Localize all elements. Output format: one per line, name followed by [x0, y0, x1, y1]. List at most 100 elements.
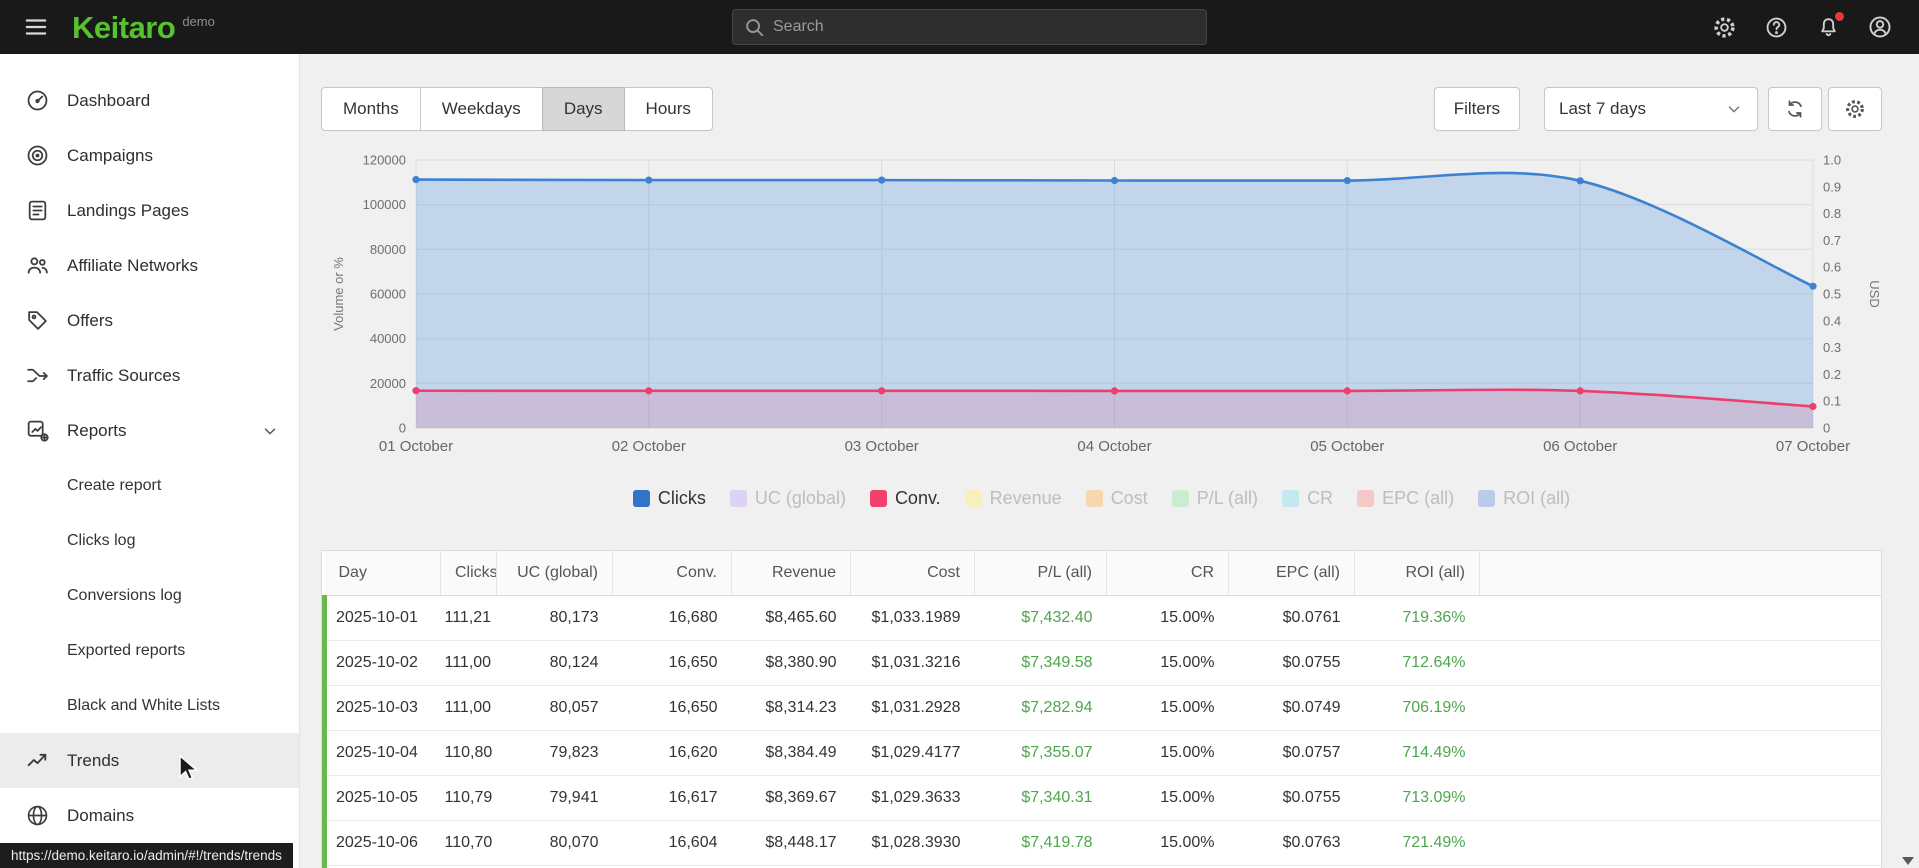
svg-text:20000: 20000 [370, 376, 406, 391]
gear-icon[interactable] [1711, 14, 1737, 40]
sidebar-item-landings-pages[interactable]: Landings Pages [0, 183, 299, 238]
cell-clicks: 111,00 [440, 640, 497, 686]
search-input[interactable] [732, 9, 1207, 45]
legend-item-conv[interactable]: Conv. [869, 488, 941, 509]
trends-table: Day Clicks UC (global) Conv. Revenue Cost P/L … [322, 551, 1881, 868]
sidebar-item-create-report[interactable]: Create report [0, 458, 299, 513]
tab-months[interactable]: Months [321, 87, 421, 131]
cell-roi-all: 719.36% [1354, 595, 1480, 641]
sidebar-item-clicks-log[interactable]: Clicks log [0, 513, 299, 568]
scroll-down-indicator[interactable] [1902, 857, 1914, 865]
cell-p-l-all: $7,282.94 [974, 685, 1107, 731]
people-icon [24, 253, 50, 279]
notification-dot [1835, 12, 1844, 21]
column-header-filler [1479, 551, 1881, 596]
logo-text: Keitaro [72, 9, 176, 45]
column-header-revenue[interactable]: Revenue [731, 551, 851, 596]
cell-uc-global: 80,070 [496, 820, 613, 866]
tab-hours[interactable]: Hours [623, 87, 713, 131]
sidebar-item-label: Create report [67, 476, 162, 494]
legend-item-cost[interactable]: Cost [1085, 488, 1148, 509]
svg-text:0: 0 [1823, 421, 1830, 436]
sidebar-item-label: Conversions log [67, 586, 182, 604]
legend-item-clicks[interactable]: Clicks [632, 488, 706, 509]
date-range-select[interactable]: Last 7 days [1544, 87, 1758, 131]
legend-item-revenue[interactable]: Revenue [964, 488, 1062, 509]
sidebar-item-black-and-white-lists[interactable]: Black and White Lists [0, 678, 299, 733]
legend-item-roi-all[interactable]: ROI (all) [1478, 488, 1570, 509]
logo[interactable]: Keitaro demo [72, 12, 215, 43]
sidebar-item-label: Clicks log [67, 531, 136, 549]
cell-epc-all: $0.0755 [1228, 640, 1355, 686]
sidebar-item-domains[interactable]: Domains [0, 788, 299, 843]
sidebar-item-reports[interactable]: Reports [0, 403, 299, 458]
cell-revenue: $8,314.23 [731, 685, 851, 731]
cell-filler [1479, 775, 1881, 821]
legend-label: ROI (all) [1503, 487, 1571, 508]
sidebar-item-label: Landings Pages [67, 200, 189, 220]
column-header-conv[interactable]: Conv. [612, 551, 732, 596]
table-row[interactable]: 2025-10-03 111,00 80,057 16,650 $8,314.23 $1,… [322, 685, 1881, 731]
chart-settings-gear-icon[interactable] [1828, 87, 1882, 131]
cell-revenue: $8,369.67 [731, 775, 851, 821]
legend-swatch [869, 489, 887, 507]
svg-text:0.7: 0.7 [1823, 233, 1841, 248]
legend-item-uc-global[interactable]: UC (global) [729, 488, 846, 509]
cell-p-l-all: $7,432.40 [974, 595, 1107, 641]
tab-days[interactable]: Days [541, 87, 625, 131]
report-icon [24, 418, 50, 444]
sidebar-item-trends[interactable]: Trends [0, 733, 299, 788]
column-header-cr[interactable]: CR [1106, 551, 1229, 596]
column-header-epc-all[interactable]: EPC (all) [1228, 551, 1355, 596]
filters-button[interactable]: Filters [1433, 87, 1520, 131]
main-area: Months Weekdays Days Hours Filters Last … [301, 54, 1919, 868]
legend-item-cr[interactable]: CR [1282, 488, 1333, 509]
svg-text:60000: 60000 [370, 287, 406, 302]
column-header-roi-all[interactable]: ROI (all) [1354, 551, 1480, 596]
gauge-icon [24, 88, 50, 114]
sidebar-item-label: Traffic Sources [67, 365, 181, 385]
icon-spacer [24, 583, 50, 609]
user-avatar-icon[interactable] [1867, 14, 1893, 40]
date-range-value: Last 7 days [1559, 99, 1646, 118]
tag-icon [24, 308, 50, 334]
icon-spacer [24, 473, 50, 499]
legend-item-epc-all[interactable]: EPC (all) [1357, 488, 1454, 509]
bell-icon[interactable] [1815, 12, 1844, 40]
sidebar-item-offers[interactable]: Offers [0, 293, 299, 348]
sidebar-item-campaigns[interactable]: Campaigns [0, 128, 299, 183]
sidebar-item-conversions-log[interactable]: Conversions log [0, 568, 299, 623]
table-row[interactable]: 2025-10-01 111,21 80,173 16,680 $8,465.60 $1,… [322, 595, 1881, 641]
table-row[interactable]: 2025-10-05 110,79 79,941 16,617 $8,369.67 $1,… [322, 775, 1881, 821]
cell-conv: 16,650 [612, 685, 732, 731]
svg-text:04 October: 04 October [1077, 438, 1151, 455]
table-row[interactable]: 2025-10-02 111,00 80,124 16,650 $8,380.90 $1,… [322, 640, 1881, 686]
help-icon[interactable] [1763, 14, 1789, 40]
refresh-button[interactable] [1768, 87, 1822, 131]
icon-spacer [24, 528, 50, 554]
sidebar-item-affiliate-networks[interactable]: Affiliate Networks [0, 238, 299, 293]
menu-icon[interactable] [20, 11, 52, 43]
cell-epc-all: $0.0749 [1228, 685, 1355, 731]
cell-filler [1479, 820, 1881, 866]
cell-day: 2025-10-06 [322, 820, 441, 866]
cell-filler [1479, 730, 1881, 776]
sidebar-item-traffic-sources[interactable]: Traffic Sources [0, 348, 299, 403]
table-row[interactable]: 2025-10-04 110,80 79,823 16,620 $8,384.49 $1,… [322, 730, 1881, 776]
tab-weekdays[interactable]: Weekdays [419, 87, 543, 131]
column-header-p-l-all[interactable]: P/L (all) [974, 551, 1107, 596]
trends-chart[interactable]: 0 20000 40000 60000 80000 100000 120000 0 0.1 0.2… [321, 153, 1882, 465]
svg-text:100000: 100000 [363, 197, 406, 212]
table-row[interactable]: 2025-10-06 110,70 80,070 16,604 $8,448.17 $1,… [322, 820, 1881, 866]
column-header-cost[interactable]: Cost [850, 551, 975, 596]
legend-swatch [1478, 489, 1496, 507]
sidebar-item-exported-reports[interactable]: Exported reports [0, 623, 299, 678]
column-header-uc-global[interactable]: UC (global) [496, 551, 613, 596]
legend-swatch [1357, 489, 1375, 507]
legend-item-p-l-all[interactable]: P/L (all) [1171, 488, 1258, 509]
column-header-clicks[interactable]: Clicks [440, 551, 497, 596]
target-icon [24, 143, 50, 169]
cell-p-l-all: $7,349.58 [974, 640, 1107, 686]
column-header-day[interactable]: Day [324, 551, 441, 596]
sidebar-item-dashboard[interactable]: Dashboard [0, 73, 299, 128]
